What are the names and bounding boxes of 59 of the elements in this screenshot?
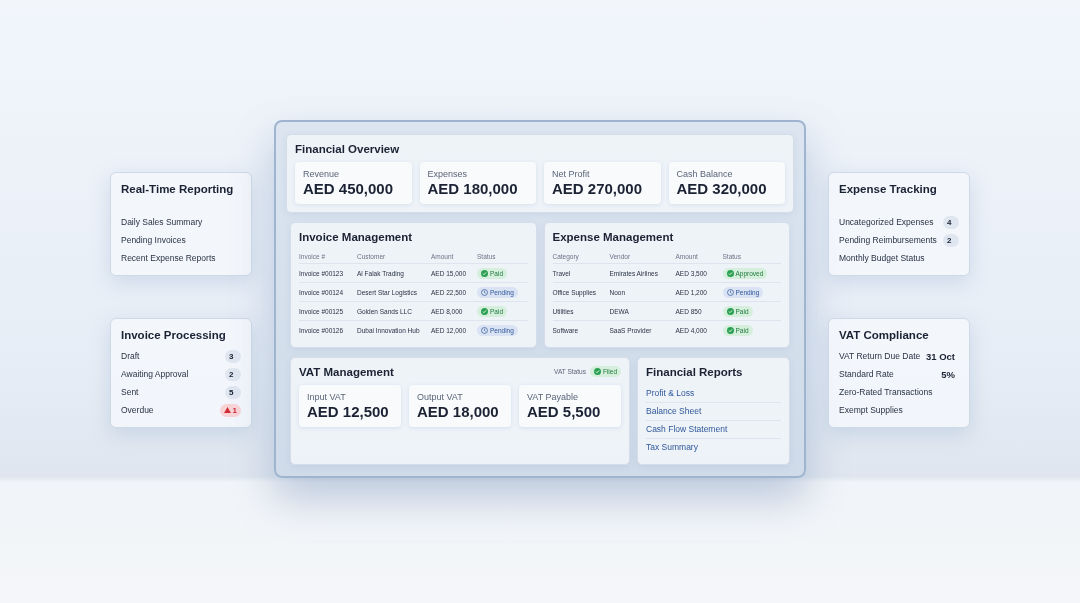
metric-label: Revenue <box>303 169 341 179</box>
metric-value: AED 320,000 <box>676 180 768 197</box>
panel-title: Financial Overview <box>295 143 401 155</box>
metric-label: Expenses <box>427 169 469 179</box>
list-item[interactable]: Overdue <box>121 405 154 415</box>
list-item[interactable]: Uncategorized Expenses <box>839 217 934 227</box>
check-icon <box>726 326 734 334</box>
list-item[interactable]: VAT Return Due Date <box>839 351 921 361</box>
metric-label: Input VAT <box>307 392 347 402</box>
report-link[interactable]: Tax Summary <box>646 439 781 456</box>
card-title: VAT Compliance <box>839 329 930 341</box>
metric-value: AED 450,000 <box>303 180 395 197</box>
list-item[interactable]: Recent Expense Reports <box>121 253 216 263</box>
alert-badge: 1 <box>219 403 241 417</box>
count-badge: 2 <box>225 367 241 381</box>
check-icon <box>726 269 734 277</box>
count-badge: 2 <box>943 233 959 247</box>
list-item[interactable]: Pending Invoices <box>121 235 186 245</box>
list-item[interactable]: Awaiting Approval <box>121 369 189 379</box>
list-item[interactable]: Standard Rate <box>839 369 894 379</box>
panel-title: Expense Management <box>552 231 675 243</box>
metric-value: AED 180,000 <box>427 180 519 197</box>
report-link[interactable]: Balance Sheet <box>646 403 781 421</box>
metric-label: VAT Payable <box>527 392 580 402</box>
card-title: Invoice Processing <box>121 329 227 341</box>
metric-label: Cash Balance <box>676 169 734 179</box>
panel-title: VAT Management <box>299 366 394 378</box>
metric-value: AED 18,000 <box>417 403 500 420</box>
list-item[interactable]: Zero-Rated Transactions <box>839 387 933 397</box>
list-item[interactable]: Exempt Supplies <box>839 405 903 415</box>
card-title: Real-Time Reporting <box>121 183 235 195</box>
clock-icon <box>481 288 488 296</box>
list-item[interactable]: Monthly Budget Status <box>839 253 925 263</box>
warning-icon <box>223 407 231 413</box>
list-item[interactable]: Sent <box>121 387 139 397</box>
metric-label: Net Profit <box>552 169 591 179</box>
metric-value: AED 12,500 <box>307 403 390 420</box>
panel-title: Financial Reports <box>646 366 744 378</box>
list-item[interactable]: Daily Sales Summary <box>121 217 203 227</box>
panel-title: Invoice Management <box>299 231 414 243</box>
clock-icon <box>726 288 734 296</box>
count-badge: 4 <box>943 215 959 229</box>
item-value: 31 Oct <box>924 349 956 364</box>
metric-value: AED 5,500 <box>527 403 602 420</box>
list-item[interactable]: Draft <box>121 351 140 361</box>
report-link[interactable]: Profit & Loss <box>646 385 781 403</box>
card-title: Expense Tracking <box>839 183 938 195</box>
check-icon <box>481 307 488 315</box>
metric-value: AED 270,000 <box>552 180 644 197</box>
check-icon <box>593 368 601 375</box>
clock-icon <box>481 326 488 334</box>
count-badge: 3 <box>225 349 241 363</box>
count-badge: 5 <box>225 385 241 399</box>
check-icon <box>726 307 734 315</box>
metric-label: Output VAT <box>417 392 464 402</box>
report-link[interactable]: Cash Flow Statement <box>646 421 781 439</box>
list-item[interactable]: Pending Reimbursements <box>839 235 937 245</box>
check-icon <box>481 269 488 277</box>
item-value: 5% <box>940 367 956 382</box>
